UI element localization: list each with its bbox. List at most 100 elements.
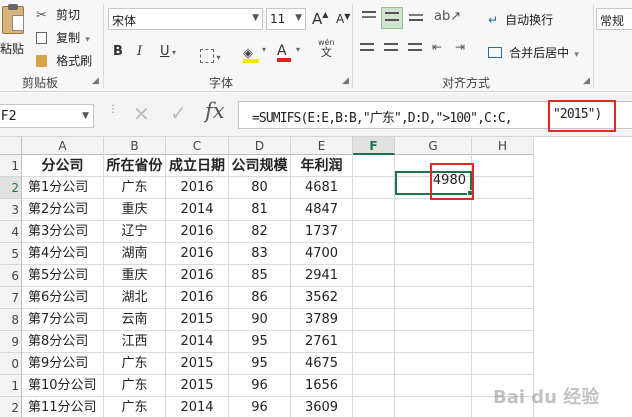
row-header[interactable]: 9 (0, 331, 22, 353)
sheet-cell[interactable]: 96 (229, 397, 291, 417)
sheet-cell[interactable]: 82 (229, 221, 291, 243)
sheet-cell[interactable]: 2015 (166, 353, 229, 375)
name-box[interactable]: F2 ▼ (0, 104, 94, 128)
sheet-cell[interactable] (395, 221, 472, 243)
align-top-button[interactable] (360, 9, 378, 27)
sheet-cell[interactable] (395, 375, 472, 397)
sheet-cell[interactable]: 83 (229, 243, 291, 265)
decrease-indent-button[interactable]: ⇤ (432, 40, 442, 54)
shrink-font-button[interactable]: A▼ (336, 12, 350, 26)
sheet-cell[interactable] (395, 331, 472, 353)
sheet-cell[interactable] (395, 309, 472, 331)
sheet-cell[interactable]: 80 (229, 177, 291, 199)
select-all-corner[interactable] (0, 137, 22, 155)
sheet-cell[interactable] (472, 177, 534, 199)
format-painter-button[interactable]: 格式刷 (36, 50, 92, 68)
sheet-cell[interactable]: 90 (229, 309, 291, 331)
sheet-cell[interactable]: 2016 (166, 243, 229, 265)
formula-bar-grip-icon[interactable]: ⋮ (108, 105, 118, 115)
sheet-cell[interactable]: 3789 (291, 309, 353, 331)
sheet-cell[interactable] (472, 331, 534, 353)
sheet-cell[interactable]: 86 (229, 287, 291, 309)
sheet-cell[interactable]: 湖南 (104, 243, 166, 265)
enter-icon[interactable]: ✓ (170, 101, 187, 125)
sheet-cell[interactable]: 3562 (291, 287, 353, 309)
number-format-select[interactable]: 常规 (596, 8, 632, 30)
sheet-cell[interactable]: 2014 (166, 331, 229, 353)
increase-indent-button[interactable]: ⇥ (455, 40, 465, 54)
sheet-cell[interactable]: 4700 (291, 243, 353, 265)
sheet-cell[interactable] (353, 397, 395, 417)
sheet-cell[interactable]: 第9分公司 (22, 353, 104, 375)
borders-button[interactable]: ▾ (200, 45, 221, 64)
sheet-cell[interactable] (472, 309, 534, 331)
column-header-g[interactable]: G (395, 137, 472, 155)
sheet-cell[interactable] (472, 287, 534, 309)
align-left-button[interactable] (360, 43, 374, 51)
sheet-cell[interactable] (353, 309, 395, 331)
grow-font-button[interactable]: A▲ (312, 10, 328, 28)
column-header-e[interactable]: E (291, 137, 353, 155)
sheet-cell[interactable] (395, 199, 472, 221)
sheet-cell[interactable]: 2016 (166, 265, 229, 287)
sheet-cell[interactable] (353, 199, 395, 221)
row-header[interactable]: 5 (0, 243, 22, 265)
sheet-cell[interactable] (472, 155, 534, 177)
sheet-cell[interactable]: 4847 (291, 199, 353, 221)
sheet-cell[interactable]: 2014 (166, 199, 229, 221)
sheet-cell[interactable]: 96 (229, 375, 291, 397)
align-center-button[interactable] (384, 43, 398, 51)
row-header[interactable]: 2 (0, 177, 22, 199)
row-header[interactable]: 3 (0, 199, 22, 221)
sheet-cell[interactable]: 85 (229, 265, 291, 287)
sheet-cell[interactable]: 第10分公司 (22, 375, 104, 397)
fill-color-dropdown-icon[interactable]: ▾ (262, 45, 266, 54)
sheet-cell[interactable] (395, 353, 472, 375)
font-color-button[interactable]: A (277, 40, 291, 62)
sheet-cell[interactable]: 2016 (166, 221, 229, 243)
sheet-cell[interactable] (472, 221, 534, 243)
merge-dropdown-icon[interactable]: ▾ (574, 50, 579, 60)
sheet-cell[interactable]: 2761 (291, 331, 353, 353)
sheet-cell[interactable] (353, 265, 395, 287)
sheet-cell[interactable]: 广东 (104, 375, 166, 397)
column-header-a[interactable]: A (22, 137, 104, 155)
sheet-cell[interactable] (353, 155, 395, 177)
column-title[interactable]: 分公司 (22, 155, 104, 177)
cancel-icon[interactable]: ✕ (133, 102, 150, 126)
sheet-cell[interactable]: 第1分公司 (22, 177, 104, 199)
sheet-cell[interactable] (472, 353, 534, 375)
sheet-cell[interactable]: 云南 (104, 309, 166, 331)
sheet-cell[interactable] (353, 287, 395, 309)
row-header[interactable]: 4 (0, 221, 22, 243)
merge-center-button[interactable]: 合并后居中 ▾ (488, 42, 579, 60)
sheet-cell[interactable]: 第5分公司 (22, 265, 104, 287)
column-title[interactable]: 年利润 (291, 155, 353, 177)
sheet-cell[interactable]: 2015 (166, 375, 229, 397)
orientation-button[interactable]: ab↗ (434, 9, 461, 24)
sheet-cell[interactable] (472, 199, 534, 221)
sheet-cell[interactable] (353, 331, 395, 353)
sheet-cell[interactable]: 湖北 (104, 287, 166, 309)
wrap-text-button[interactable]: ↵ 自动换行 (488, 9, 553, 27)
column-header-b[interactable]: B (104, 137, 166, 155)
sheet-cell[interactable]: 4681 (291, 177, 353, 199)
copy-dropdown-icon[interactable]: ▾ (85, 35, 90, 45)
column-header-h[interactable]: H (472, 137, 534, 155)
sheet-cell[interactable] (395, 287, 472, 309)
sheet-cell[interactable]: 2015 (166, 309, 229, 331)
sheet-cell[interactable] (353, 177, 395, 199)
sheet-cell[interactable] (353, 243, 395, 265)
sheet-cell[interactable]: 1656 (291, 375, 353, 397)
sheet-cell[interactable]: 95 (229, 353, 291, 375)
clipboard-launcher-icon[interactable]: ◢ (92, 76, 99, 86)
row-header[interactable]: 8 (0, 309, 22, 331)
font-size-select[interactable]: 11 ▼ (266, 8, 306, 30)
underline-button[interactable]: U ▾ (160, 44, 176, 59)
sheet-cell[interactable]: 81 (229, 199, 291, 221)
sheet-cell[interactable] (353, 353, 395, 375)
sheet-cell[interactable]: 第2分公司 (22, 199, 104, 221)
sheet-cell[interactable]: 2014 (166, 397, 229, 417)
align-middle-button[interactable] (381, 7, 403, 29)
column-title[interactable]: 成立日期 (166, 155, 229, 177)
